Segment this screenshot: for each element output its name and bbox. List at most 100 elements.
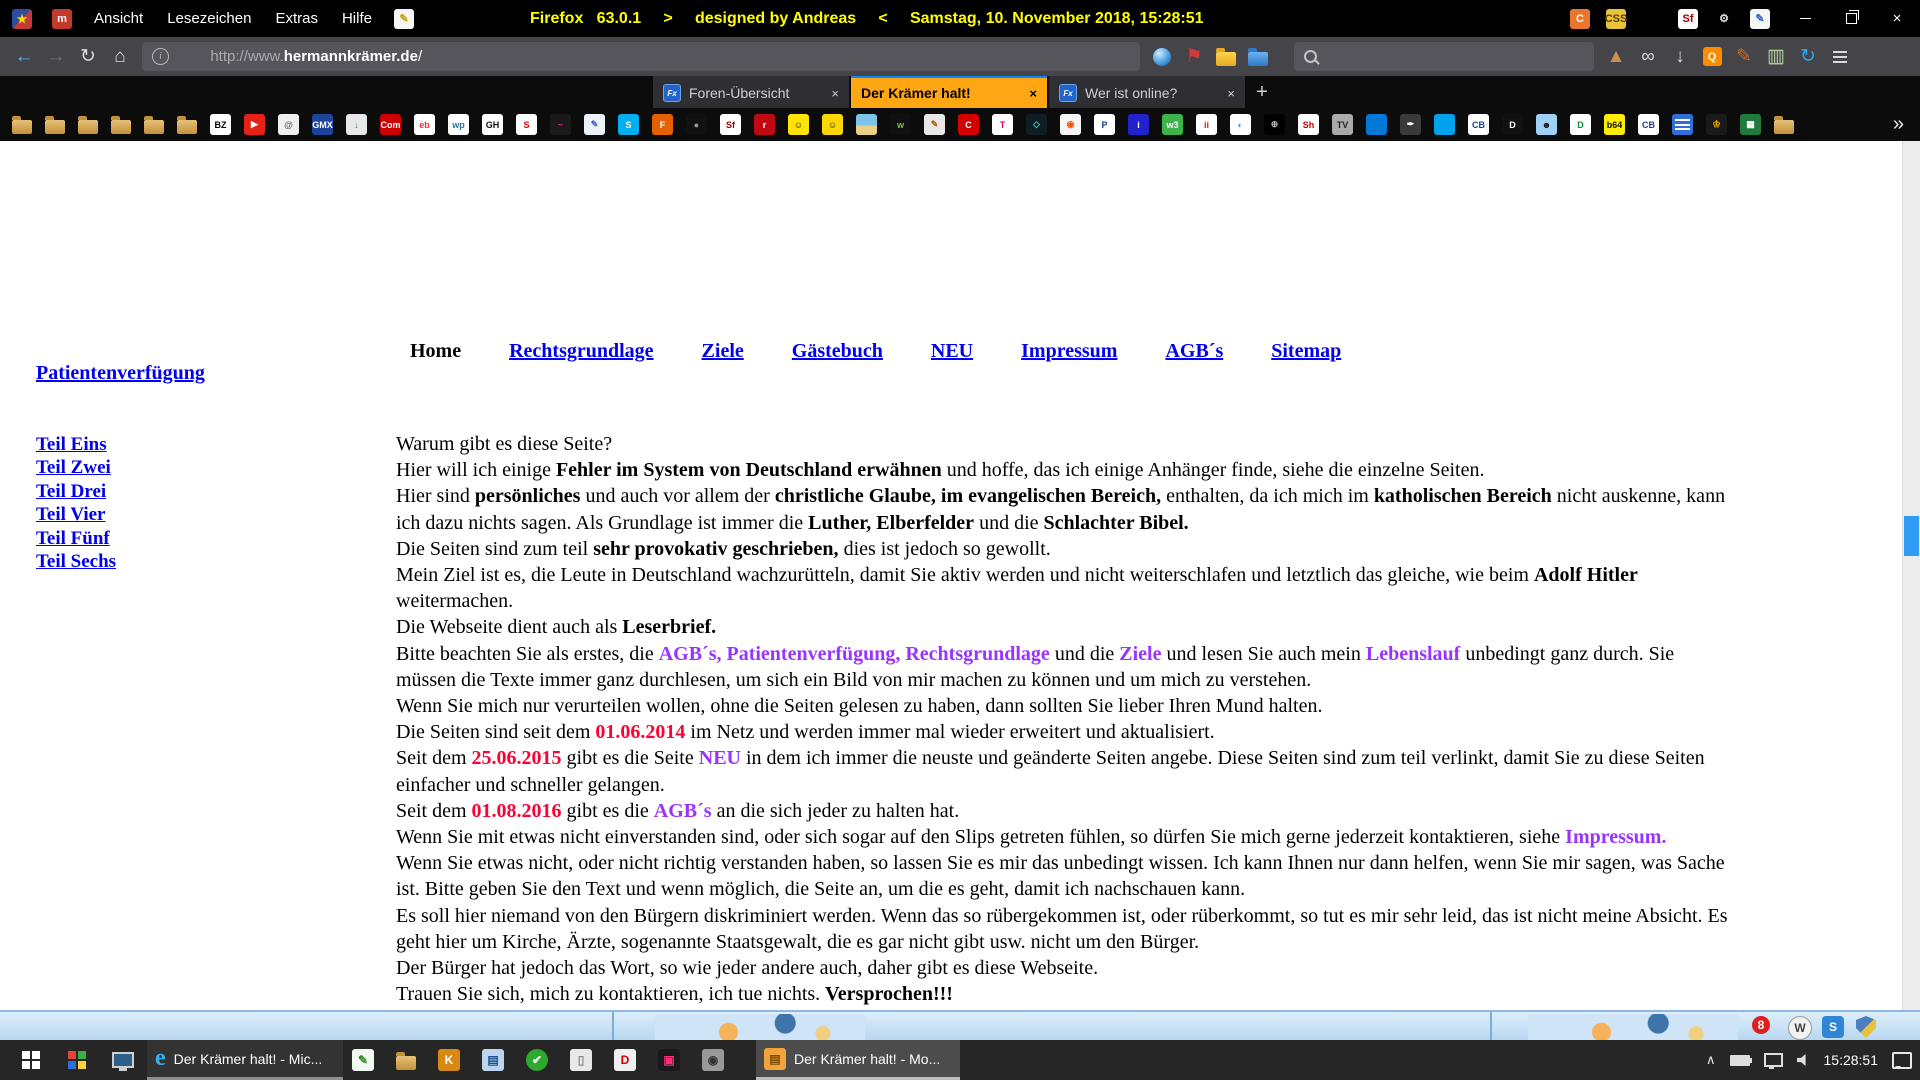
nav-impressum[interactable]: Impressum: [1021, 340, 1117, 363]
com-icon[interactable]: Com: [380, 114, 401, 135]
folder-icon[interactable]: [78, 120, 98, 134]
purple-text-link[interactable]: NEU: [699, 747, 741, 769]
telekom-icon[interactable]: T: [992, 114, 1013, 135]
sidebar-link-teil-zwei[interactable]: Teil Zwei: [36, 456, 116, 479]
home-button[interactable]: ⌂: [104, 42, 136, 72]
scriptsafe-icon[interactable]: Sf: [1678, 9, 1698, 29]
tab-foren-bersicht[interactable]: FxForen-Übersicht×: [653, 76, 849, 108]
table-icon[interactable]: ▦: [1740, 114, 1761, 135]
camera-icon[interactable]: ◉: [702, 1049, 724, 1071]
nav-rechtsgrundlage[interactable]: Rechtsgrundlage: [509, 340, 653, 363]
clipboard-icon[interactable]: ✎: [924, 114, 945, 135]
folder-icon[interactable]: [12, 120, 32, 134]
download-icon[interactable]: ↓: [346, 114, 367, 135]
site-info-icon[interactable]: i: [152, 48, 169, 65]
list-icon[interactable]: [1672, 114, 1693, 135]
tv-icon[interactable]: TV: [1332, 114, 1353, 135]
letter-m-icon[interactable]: m: [52, 9, 72, 29]
globe-color-icon[interactable]: ◐: [1230, 114, 1251, 135]
taskbar-task-edge[interactable]: e Der Krämer halt! - Mic...: [147, 1040, 343, 1080]
youtube-icon[interactable]: ▶: [244, 114, 265, 135]
d-green-icon[interactable]: D: [1570, 114, 1591, 135]
pink-wave-icon[interactable]: ~: [550, 114, 571, 135]
menu-button[interactable]: [1824, 42, 1856, 72]
forward-button[interactable]: →: [40, 42, 72, 72]
orange-addon-icon[interactable]: C: [1570, 9, 1590, 29]
pink-monitor-icon[interactable]: ▣: [658, 1049, 680, 1071]
search-input[interactable]: [1294, 42, 1594, 71]
menu-ansicht[interactable]: Ansicht: [92, 10, 145, 27]
paint-addon-icon[interactable]: ✎: [1728, 42, 1760, 72]
palm-photo-icon[interactable]: [856, 114, 877, 135]
skype-tray-icon[interactable]: S: [1822, 1016, 1844, 1038]
sync-addon-icon[interactable]: ↻: [1792, 42, 1824, 72]
skype-icon[interactable]: S: [618, 114, 639, 135]
battery-icon[interactable]: [1730, 1055, 1750, 1066]
purple-text-link[interactable]: AGB´s, Patientenverfügung, Rechtsgrundla…: [659, 643, 1050, 665]
tray-expand-icon[interactable]: ∧: [1706, 1052, 1716, 1068]
infinity-addon-icon[interactable]: ∞: [1632, 42, 1664, 72]
folder-icon[interactable]: [111, 120, 131, 134]
clock[interactable]: 15:28:51: [1824, 1052, 1879, 1068]
volume-icon[interactable]: [1797, 1054, 1810, 1066]
address-bar[interactable]: i http://www.hermannkrämer.de/: [142, 42, 1140, 71]
gray-dot-icon[interactable]: ●: [686, 114, 707, 135]
check-icon[interactable]: ✔: [526, 1049, 548, 1071]
green-notes-icon[interactable]: ✎: [352, 1049, 374, 1071]
head-icon[interactable]: ☻: [1536, 114, 1557, 135]
red-c-icon[interactable]: C: [958, 114, 979, 135]
info-icon[interactable]: i: [1128, 114, 1149, 135]
key-icon[interactable]: K: [438, 1049, 460, 1071]
globe-orb-icon[interactable]: [1146, 42, 1178, 72]
d-red-icon[interactable]: D: [614, 1049, 636, 1071]
pen-icon[interactable]: ✎: [584, 114, 605, 135]
minimize-button[interactable]: [1782, 0, 1828, 37]
cb-icon[interactable]: CB: [1638, 114, 1659, 135]
cb-icon[interactable]: CB: [1468, 114, 1489, 135]
windows-tiles-icon[interactable]: [1366, 114, 1387, 135]
list-addon-icon[interactable]: [1642, 9, 1662, 29]
purple-text-link[interactable]: Impressum.: [1565, 826, 1666, 848]
folder-icon[interactable]: [396, 1056, 416, 1070]
firefox-icon[interactable]: F: [652, 114, 673, 135]
swirl-icon[interactable]: ◉: [1060, 114, 1081, 135]
menu-hilfe[interactable]: Hilfe: [340, 10, 374, 27]
p-frame-icon[interactable]: P: [1094, 114, 1115, 135]
tab-der-kr-mer-halt-[interactable]: Der Krämer halt!×: [851, 76, 1047, 108]
back-button[interactable]: ←: [8, 42, 40, 72]
sh-icon[interactable]: Sh: [1298, 114, 1319, 135]
sparkasse-icon[interactable]: S: [516, 114, 537, 135]
king-icon[interactable]: ♔: [1706, 114, 1727, 135]
bz-icon[interactable]: BZ: [210, 114, 231, 135]
shield-icon[interactable]: [1855, 1016, 1877, 1038]
archive-icon[interactable]: ▯: [570, 1049, 592, 1071]
tab-wer-ist-online-[interactable]: FxWer ist online?×: [1049, 76, 1245, 108]
nav-ziele[interactable]: Ziele: [702, 340, 744, 363]
purple-text-link[interactable]: AGB´s: [654, 800, 712, 822]
nav-g-stebuch[interactable]: Gästebuch: [792, 340, 883, 363]
restore-button[interactable]: [1828, 0, 1874, 37]
reload-button[interactable]: ↻: [72, 42, 104, 72]
sidebar-link-teil-eins[interactable]: Teil Eins: [36, 433, 116, 456]
blue-folder-button[interactable]: [1242, 42, 1274, 72]
start-button[interactable]: [8, 1040, 54, 1080]
video-addon-icon[interactable]: ▥: [1760, 42, 1792, 72]
bookmarks-overflow-chevron[interactable]: »: [1893, 113, 1904, 136]
person-flag-icon[interactable]: ⚑: [1178, 42, 1210, 72]
new-tab-button[interactable]: +: [1247, 76, 1277, 108]
at-sign-icon[interactable]: @: [278, 114, 299, 135]
menu-extras[interactable]: Extras: [273, 10, 320, 27]
w3-icon[interactable]: w3: [1162, 114, 1183, 135]
purple-text-link[interactable]: Lebenslauf: [1366, 643, 1460, 665]
gmx-icon[interactable]: GMX: [312, 114, 333, 135]
smiley-icon[interactable]: ☺: [822, 114, 843, 135]
b64-icon[interactable]: b64: [1604, 114, 1625, 135]
gh-icon[interactable]: GH: [482, 114, 503, 135]
sf-icon[interactable]: Sf: [720, 114, 741, 135]
folder-icon[interactable]: [177, 120, 197, 134]
close-button[interactable]: ×: [1874, 0, 1920, 37]
menu-lesezeichen[interactable]: Lesezeichen: [165, 10, 253, 27]
nav-agb-s[interactable]: AGB´s: [1165, 340, 1223, 363]
notepad-icon[interactable]: ✎: [394, 9, 414, 29]
folder-icon[interactable]: [144, 120, 164, 134]
